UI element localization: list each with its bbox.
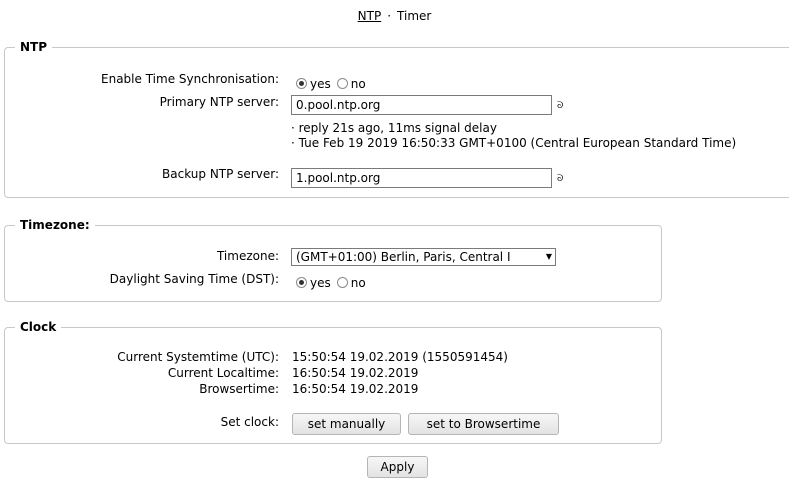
timezone-label: Timezone: xyxy=(216,249,279,263)
dst-no-option[interactable]: no xyxy=(336,276,366,290)
localtime-value: 16:50:54 19.02.2019 xyxy=(292,366,419,380)
set-clock-label: Set clock: xyxy=(220,415,279,429)
ntp-legend: NTP xyxy=(20,40,48,54)
dst-yes-label: yes xyxy=(310,276,331,290)
ntp-time-status: · Tue Feb 19 2019 16:50:33 GMT+0100 (Cen… xyxy=(291,136,737,150)
clock-legend: Clock xyxy=(20,320,57,334)
radio-unchecked-icon[interactable] xyxy=(336,78,348,89)
enable-sync-radio-group: yes no xyxy=(296,77,372,91)
timezone-legend: Timezone: xyxy=(20,218,90,232)
dst-yes-option[interactable]: yes xyxy=(296,276,331,290)
dst-radio-group: yes no xyxy=(296,276,372,290)
primary-ntp-label: Primary NTP server: xyxy=(159,95,279,109)
nav-separator: · xyxy=(387,9,392,23)
dropdown-arrow-icon: ▼ xyxy=(545,252,552,261)
systemtime-label: Current Systemtime (UTC): xyxy=(117,350,279,364)
set-manually-button[interactable]: set manually xyxy=(292,413,401,435)
backup-ntp-input[interactable]: 1.pool.ntp.org xyxy=(291,168,552,188)
nav-link-ntp[interactable]: NTP xyxy=(358,9,382,23)
dst-no-label: no xyxy=(350,276,366,290)
enable-sync-no-label: no xyxy=(350,77,366,91)
nav-item-timer[interactable]: Timer xyxy=(397,9,431,23)
set-browsertime-button[interactable]: set to Browsertime xyxy=(408,413,559,435)
dst-label: Daylight Saving Time (DST): xyxy=(109,272,279,286)
timezone-select[interactable]: (GMT+01:00) Berlin, Paris, Central I ▼ xyxy=(291,248,556,266)
radio-unchecked-icon[interactable] xyxy=(336,277,348,288)
apply-button[interactable]: Apply xyxy=(367,456,428,478)
systemtime-value: 15:50:54 19.02.2019 (1550591454) xyxy=(292,350,508,364)
radio-checked-icon[interactable] xyxy=(296,78,307,89)
primary-ntp-status-icon: ᘐ xyxy=(557,101,564,111)
timezone-select-value: (GMT+01:00) Berlin, Paris, Central I xyxy=(296,250,511,264)
radio-checked-icon[interactable] xyxy=(296,277,307,288)
backup-ntp-status-icon: ᘐ xyxy=(557,174,564,184)
enable-sync-yes-label: yes xyxy=(310,77,331,91)
top-nav: NTP · Timer xyxy=(0,9,789,23)
primary-ntp-input[interactable]: 0.pool.ntp.org xyxy=(291,95,552,115)
browsertime-label: Browsertime: xyxy=(199,382,279,396)
enable-sync-no-option[interactable]: no xyxy=(336,77,366,91)
enable-sync-label: Enable Time Synchronisation: xyxy=(101,72,279,86)
browsertime-value: 16:50:54 19.02.2019 xyxy=(292,382,419,396)
enable-sync-yes-option[interactable]: yes xyxy=(296,77,331,91)
ntp-reply-status: · reply 21s ago, 11ms signal delay xyxy=(291,121,497,135)
localtime-label: Current Localtime: xyxy=(167,366,279,380)
backup-ntp-label: Backup NTP server: xyxy=(162,167,279,181)
